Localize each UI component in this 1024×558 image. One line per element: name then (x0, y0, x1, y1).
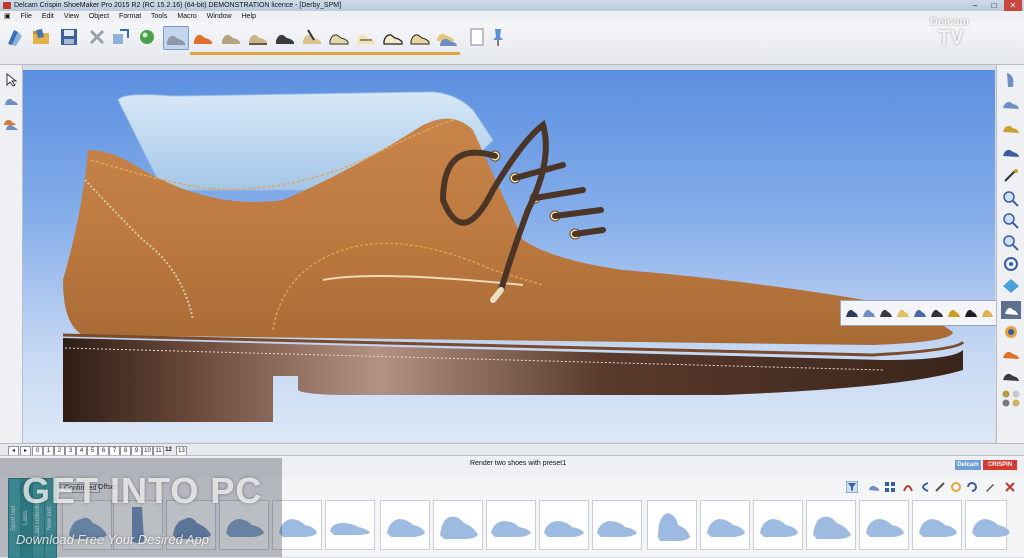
menu-macro[interactable]: Macro (177, 13, 196, 20)
shoe-render (62, 91, 965, 422)
main-toolbar: ▭ ⟶ ▭ ▭ ⟶ ▭ (0, 22, 1024, 79)
shoe-view-group-underline (190, 52, 460, 55)
floating-view-icons[interactable] (843, 305, 993, 321)
menu-window[interactable]: Window (207, 13, 232, 20)
zoom-fit-icon[interactable] (1001, 233, 1021, 251)
pin-icon[interactable] (487, 26, 509, 48)
shoe-view-pattern-icon[interactable] (354, 26, 378, 48)
close-panel-icon[interactable] (1004, 481, 1016, 493)
measure-icon[interactable] (934, 481, 946, 493)
shoe-tool-icon[interactable] (3, 93, 19, 109)
shoe-pair-tool-icon[interactable] (3, 115, 19, 131)
last-thumbnail[interactable] (380, 500, 430, 550)
new-document-icon[interactable] (4, 26, 26, 48)
delcam-badge: Delcam (955, 460, 981, 470)
last-thumbnail[interactable] (912, 500, 962, 550)
maximize-button[interactable]: □ (985, 0, 1003, 11)
filter-icon[interactable] (846, 481, 858, 493)
menu-view[interactable]: View (64, 13, 79, 20)
shoe-color-icon[interactable] (1001, 345, 1021, 363)
curve-edit-icon[interactable] (918, 481, 930, 493)
shoe-view-orange-icon[interactable] (191, 26, 215, 48)
last-thumbnail[interactable] (753, 500, 803, 550)
shoe-view-pair-icon[interactable] (435, 26, 459, 48)
3d-viewport[interactable] (23, 70, 995, 442)
open-folder-icon[interactable] (30, 26, 52, 48)
lace-tool-icon[interactable] (1001, 167, 1021, 185)
site-tagline: Download Free Your Desired App (16, 532, 209, 547)
page-current: 12 (165, 447, 172, 453)
view-cube-icon[interactable] (1001, 277, 1021, 295)
crispin-badge: CRISPIN (983, 460, 1017, 470)
rotate-icon[interactable] (1001, 255, 1021, 273)
zoom-out-icon[interactable] (1001, 211, 1021, 229)
pointer-icon[interactable] (5, 73, 17, 87)
shoe-view-flat-icon[interactable] (408, 26, 432, 48)
left-toolbar (0, 65, 23, 443)
menu-object[interactable]: Object (89, 13, 109, 20)
floating-shoe-toolbar (840, 300, 997, 326)
grid-view-icon[interactable] (884, 481, 896, 493)
refresh-icon[interactable] (966, 481, 978, 493)
shoe-view-outline-icon[interactable] (381, 26, 405, 48)
curve-tool-icon[interactable] (902, 481, 914, 493)
right-toolbar (996, 65, 1024, 443)
last-thumbnail[interactable] (486, 500, 536, 550)
save-icon[interactable] (58, 26, 80, 48)
render-icon[interactable] (136, 26, 158, 48)
window-titlebar: Delcam Crispin ShoeMaker Pro 2015 R2 (RC… (0, 0, 1024, 11)
app-logo-icon (3, 2, 11, 9)
shoe-view-edit-icon[interactable] (300, 26, 324, 48)
shoe-view-grey-icon[interactable] (163, 26, 189, 50)
active-view-icon[interactable] (1001, 301, 1021, 319)
zoom-in-icon[interactable] (1001, 189, 1021, 207)
menu-file[interactable]: File (21, 13, 32, 20)
menu-format[interactable]: Format (119, 13, 141, 20)
menu-edit[interactable]: Edit (42, 13, 54, 20)
shoe-preset-icon[interactable] (1001, 367, 1021, 385)
shoe-view-cream-icon[interactable] (246, 26, 270, 48)
last-thumbnail[interactable] (592, 500, 642, 550)
minimize-button[interactable]: – (966, 0, 984, 11)
app-menu-icon[interactable]: ▣ (4, 13, 11, 20)
site-watermark: GET INTO PC (22, 470, 263, 511)
edit-pen-icon[interactable] (984, 481, 996, 493)
menu-help[interactable]: Help (242, 13, 256, 20)
link-icon[interactable] (950, 481, 962, 493)
shoe-perspective-icon[interactable] (1001, 143, 1021, 161)
last-thumbnail[interactable] (700, 500, 750, 550)
last-thumbnail[interactable] (647, 500, 697, 550)
delete-icon[interactable] (86, 26, 108, 48)
last-thumbnail[interactable] (539, 500, 589, 550)
last-thumbnail[interactable] (859, 500, 909, 550)
color-swatch-icon[interactable] (1001, 389, 1021, 407)
shoe-view-mesh-icon[interactable] (327, 26, 351, 48)
window-title: Delcam Crispin ShoeMaker Pro 2015 R2 (RC… (14, 2, 342, 9)
shoe-front-view-icon[interactable] (1001, 71, 1021, 89)
last-thumbnail[interactable] (806, 500, 856, 550)
menu-bar: ▣ File Edit View Object Format Tools Mac… (0, 11, 1024, 22)
document-icon[interactable] (466, 26, 488, 48)
shoe-view-tan-icon[interactable] (219, 26, 243, 48)
last-thumbnail[interactable] (433, 500, 483, 550)
last-thumbnail[interactable] (965, 500, 1010, 550)
shoe-view-sole-icon[interactable] (273, 26, 297, 48)
export-icon[interactable] (110, 26, 132, 48)
shoe-top-view-icon[interactable] (1001, 119, 1021, 137)
shoe-small-icon[interactable] (868, 481, 880, 493)
shoe-side-view-icon[interactable] (1001, 95, 1021, 113)
last-thumbnail[interactable] (325, 500, 375, 550)
material-icon[interactable] (1001, 323, 1021, 341)
delcam-tv-watermark: Delcam TV (930, 16, 970, 49)
close-button[interactable]: ✕ (1004, 0, 1022, 11)
status-message: Render two shoes with preset1 (470, 460, 567, 467)
menu-tools[interactable]: Tools (151, 13, 167, 20)
